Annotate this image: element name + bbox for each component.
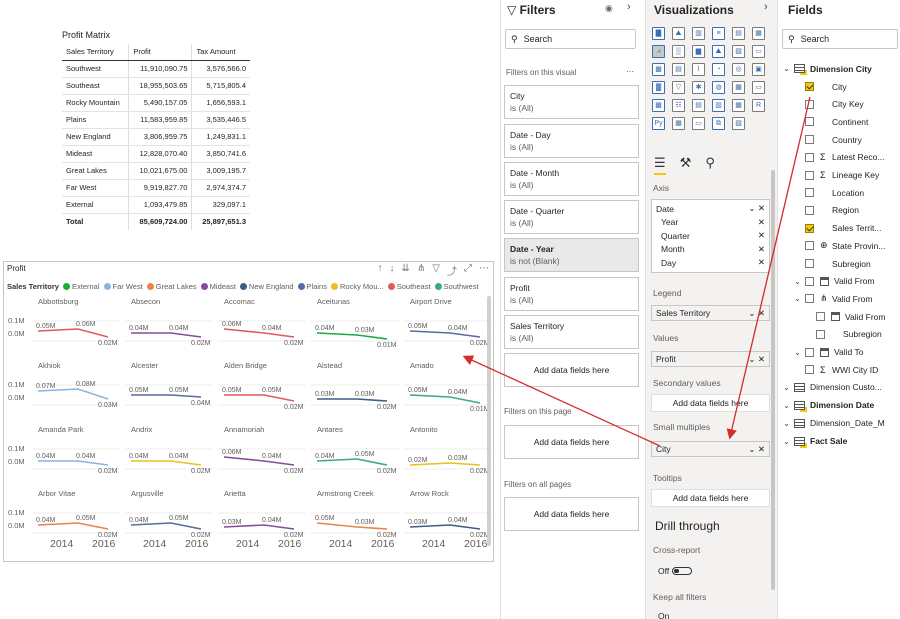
- arrow-city-to-small-multiples: [726, 96, 811, 440]
- arrow-small-multiples-to-chart: [462, 355, 661, 447]
- annotation-arrows: [462, 96, 811, 447]
